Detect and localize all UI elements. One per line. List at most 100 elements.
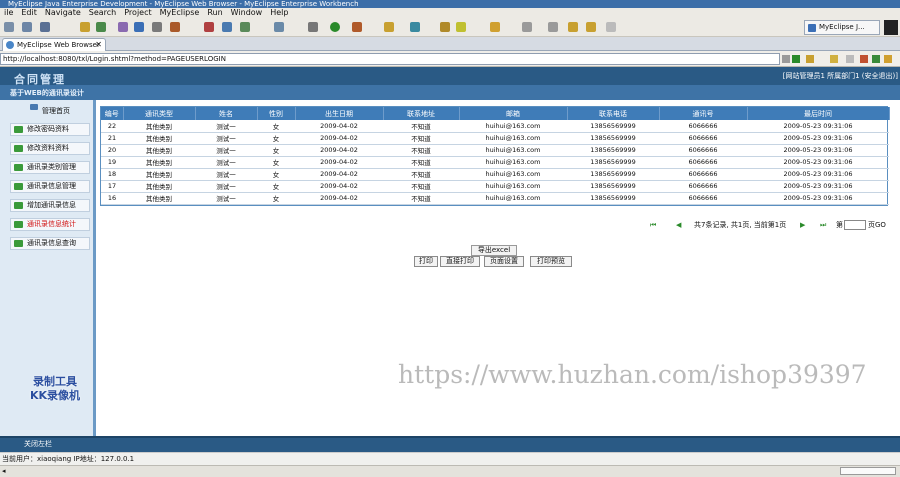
- close-icon[interactable]: ✕: [95, 39, 102, 51]
- perspective-menu-button[interactable]: [884, 20, 898, 35]
- table-cell: 女: [257, 132, 295, 145]
- menu-search[interactable]: Search: [85, 8, 120, 18]
- menu-myeclipse[interactable]: MyEclipse: [156, 8, 204, 18]
- sidebar-item-query[interactable]: 通讯录信息查询: [10, 237, 90, 250]
- menu-help[interactable]: Help: [266, 8, 292, 18]
- sidebar-item-add-info[interactable]: 增加通讯录信息: [10, 199, 90, 212]
- menu-project[interactable]: Project: [120, 8, 155, 18]
- refresh-icon[interactable]: [872, 55, 880, 63]
- go-icon[interactable]: [792, 55, 800, 63]
- sidebar-item-info-manage[interactable]: 通讯录信息管理: [10, 180, 90, 193]
- browser-icon[interactable]: [134, 22, 144, 32]
- gear-icon[interactable]: [308, 22, 318, 32]
- export-excel-button[interactable]: 导出excel: [471, 245, 517, 256]
- sidebar-item-edit-profile[interactable]: 修改资料资料: [10, 142, 90, 155]
- url-input[interactable]: http://localhost:8080/txl/Login.shtml?me…: [0, 53, 780, 65]
- save-icon[interactable]: [22, 22, 32, 32]
- table-cell: 16: [101, 192, 123, 205]
- pen-icon[interactable]: [440, 22, 450, 32]
- menu-edit[interactable]: Edit: [17, 8, 41, 18]
- column-header: 联系电话: [567, 107, 660, 120]
- uml-icon[interactable]: [170, 22, 180, 32]
- menu-file[interactable]: ile: [0, 8, 17, 18]
- scroll-left-icon[interactable]: ◂: [2, 467, 12, 475]
- sidebar-item-statistics[interactable]: 通讯录信息统计: [10, 218, 90, 231]
- page-setup-button[interactable]: 页面设置: [484, 256, 524, 267]
- perspective-switcher[interactable]: MyEclipse J...: [804, 20, 880, 35]
- user-info[interactable]: [网站管理员1 所属部门1 (安全退出)]: [783, 71, 898, 81]
- table-cell: huihui@163.com: [459, 132, 567, 145]
- settings-icon[interactable]: [806, 55, 814, 63]
- task-icon[interactable]: [490, 22, 500, 32]
- go-page-button[interactable]: 页GO: [868, 219, 886, 231]
- table-cell: 测试一: [195, 180, 257, 193]
- last-page-icon[interactable]: ⏭: [820, 221, 830, 229]
- forward-arrow-icon[interactable]: [846, 55, 854, 63]
- next-page-icon[interactable]: ▶: [800, 221, 810, 229]
- menu-run[interactable]: Run: [203, 8, 226, 18]
- table-cell: 2009-05-23 09:31:06: [747, 156, 889, 169]
- next-annotation-icon[interactable]: [548, 22, 558, 32]
- window-title-bar: MyEclipse Java Enterprise Development - …: [0, 0, 900, 8]
- table-row[interactable]: 17 其他类别 测试一女 2009-04-02 不知道 huihui@163.com 138…: [101, 180, 889, 193]
- history-icon[interactable]: [606, 22, 616, 32]
- table-cell: 19: [101, 156, 123, 169]
- sidebar-item-change-password[interactable]: 修改密码资料: [10, 123, 90, 136]
- tab-myeclipse-web-browser[interactable]: MyEclipse Web Browser ✕: [2, 38, 106, 51]
- direct-print-button[interactable]: 直接打印: [440, 256, 480, 267]
- prev-edit-icon[interactable]: [522, 22, 532, 32]
- table-row[interactable]: 21 其他类别 测试一女 2009-04-02 不知道 huihui@163.com 138…: [101, 132, 889, 145]
- menu-navigate[interactable]: Navigate: [41, 8, 85, 18]
- home-icon[interactable]: [884, 55, 892, 63]
- back-arrow-icon[interactable]: [830, 55, 838, 63]
- table-row[interactable]: 20 其他类别 测试一女 2009-04-02 不知道 huihui@163.com 138…: [101, 144, 889, 157]
- sidebar-header[interactable]: 管理首页: [42, 106, 70, 116]
- first-page-icon[interactable]: ⏮: [650, 221, 660, 229]
- image-icon[interactable]: [152, 22, 162, 32]
- servers-icon[interactable]: [274, 22, 284, 32]
- page-number-input[interactable]: [844, 220, 866, 230]
- table-row[interactable]: 19 其他类别 测试一女 2009-04-02 不知道 huihui@163.com 138…: [101, 156, 889, 169]
- table-row[interactable]: 18 其他类别 测试一女 2009-04-02 不知道 huihui@163.com 138…: [101, 168, 889, 181]
- table-cell: 2009-04-02: [295, 120, 383, 133]
- table-cell: 其他类别: [123, 120, 195, 133]
- sidebar-item-label: 修改密码资料: [27, 125, 69, 133]
- close-sidebar-link[interactable]: 关闭左栏: [24, 439, 52, 449]
- folder-icon: [14, 126, 23, 133]
- print-button[interactable]: 打印: [414, 256, 438, 267]
- table-cell: 2009-05-23 09:31:06: [747, 192, 889, 205]
- table-cell: 不知道: [383, 144, 459, 157]
- print-icon[interactable]: [40, 22, 50, 32]
- stop-icon[interactable]: [860, 55, 868, 63]
- table-cell: 测试一: [195, 192, 257, 205]
- sidebar-item-category-manage[interactable]: 通讯录类别管理: [10, 161, 90, 174]
- package-icon[interactable]: [222, 22, 232, 32]
- annotation-icon[interactable]: [456, 22, 466, 32]
- forward-icon[interactable]: [586, 22, 596, 32]
- table-cell: 2009-05-23 09:31:06: [747, 144, 889, 157]
- table-cell: 13856569999: [567, 144, 659, 157]
- new-icon[interactable]: [4, 22, 14, 32]
- java-ee-icon[interactable]: [204, 22, 214, 32]
- search-icon[interactable]: [410, 22, 420, 32]
- table-cell: 不知道: [383, 168, 459, 181]
- back-icon[interactable]: [568, 22, 578, 32]
- table-row[interactable]: 22 其他类别 测试一女 2009-04-02 不知道 huihui@163.com 138…: [101, 120, 889, 133]
- menu-window[interactable]: Window: [227, 8, 267, 18]
- column-header: 性别: [257, 107, 296, 120]
- column-header: 联系地址: [383, 107, 460, 120]
- sidebar-item-label: 修改资料资料: [27, 144, 69, 152]
- class-icon[interactable]: [240, 22, 250, 32]
- deploy-icon[interactable]: [96, 22, 106, 32]
- globe-icon: [6, 41, 14, 49]
- db-icon[interactable]: [118, 22, 128, 32]
- prev-page-icon[interactable]: ◀: [676, 221, 686, 229]
- print-preview-button[interactable]: 打印预览: [530, 256, 572, 267]
- table-cell: 其他类别: [123, 144, 195, 157]
- debug-icon[interactable]: [352, 22, 362, 32]
- dropdown-icon[interactable]: [782, 55, 790, 63]
- run-icon[interactable]: [330, 22, 340, 32]
- table-row[interactable]: 16 其他类别 测试一女 2009-04-02 不知道 huihui@163.com 138…: [101, 192, 889, 205]
- server-icon[interactable]: [80, 22, 90, 32]
- open-type-icon[interactable]: [384, 22, 394, 32]
